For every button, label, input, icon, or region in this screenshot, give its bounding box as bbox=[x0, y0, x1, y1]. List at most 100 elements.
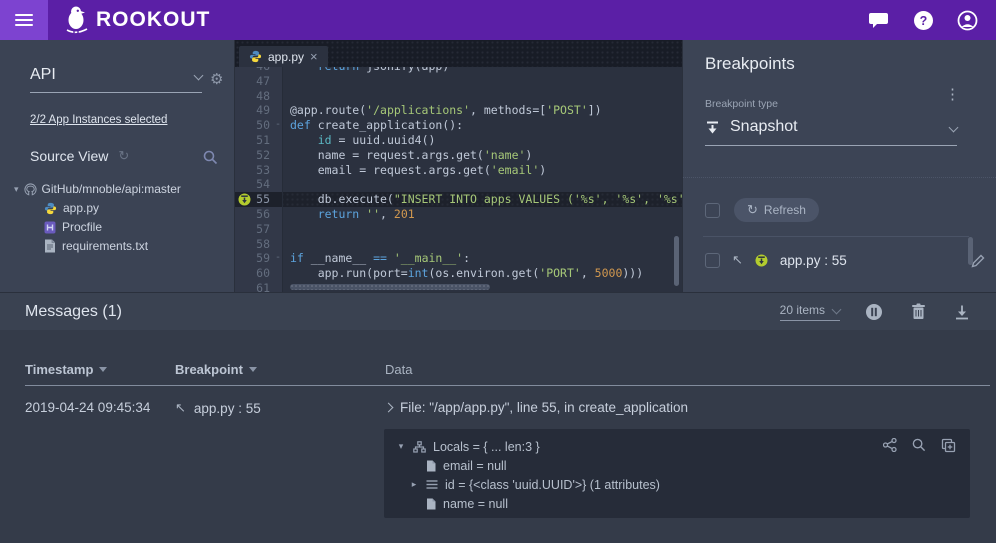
chevron-down-icon bbox=[949, 122, 959, 132]
breakpoint-row[interactable]: ↖ app.py : 55 bbox=[705, 252, 975, 268]
code-text: return jsonify(app) bbox=[283, 67, 449, 74]
breakpoint-checkbox[interactable] bbox=[705, 253, 720, 268]
code-line-46[interactable]: 46 return jsonify(app) bbox=[235, 67, 682, 74]
page-size-value: 20 items bbox=[780, 303, 825, 317]
column-data[interactable]: Data bbox=[385, 362, 412, 377]
gutter-line-49[interactable]: 49 bbox=[235, 103, 283, 118]
download-icon[interactable] bbox=[952, 302, 972, 322]
snapshot-breakpoint-icon bbox=[755, 254, 768, 267]
page-size-select[interactable]: 20 items bbox=[780, 303, 840, 321]
tree-file-Procfile[interactable]: Procfile bbox=[44, 220, 229, 234]
locals-item[interactable]: name = null bbox=[409, 494, 958, 513]
gutter-line-59[interactable]: 59- bbox=[235, 251, 283, 266]
tree-file-label: Procfile bbox=[62, 220, 102, 234]
code-line-48[interactable]: 48 bbox=[235, 89, 682, 104]
gutter-line-52[interactable]: 52 bbox=[235, 148, 283, 163]
search-icon[interactable] bbox=[912, 438, 926, 453]
chat-icon[interactable] bbox=[868, 9, 890, 31]
code-line-54[interactable]: 54 bbox=[235, 177, 682, 192]
gutter-line-54[interactable]: 54 bbox=[235, 177, 283, 192]
locals-item[interactable]: ▾Locals = { ... len:3 } bbox=[396, 437, 958, 456]
refresh-button[interactable]: ↻ Refresh bbox=[734, 198, 819, 222]
code-line-49[interactable]: 49@app.route('/applications', methods=['… bbox=[235, 103, 682, 118]
gutter-line-46[interactable]: 46 bbox=[235, 67, 283, 74]
edit-pencil-icon[interactable] bbox=[971, 254, 985, 268]
divider bbox=[703, 236, 969, 237]
gutter-line-58[interactable]: 58 bbox=[235, 237, 283, 252]
tree-file-requirements.txt[interactable]: requirements.txt bbox=[44, 239, 229, 253]
locals-item[interactable]: ▸id = {<class 'uuid.UUID'>} (1 attribute… bbox=[409, 475, 958, 494]
breakpoints-scrollbar[interactable] bbox=[968, 237, 973, 265]
refresh-row: ↻ Refresh bbox=[705, 198, 819, 222]
locals-inspector: ▾Locals = { ... len:3 }email = null▸id =… bbox=[384, 429, 970, 518]
code-editor: app.py × 46 return jsonify(app)474849@ap… bbox=[235, 40, 682, 292]
code-line-53[interactable]: 53 email = request.args.get('email') bbox=[235, 163, 682, 178]
expander-down-icon[interactable]: ▾ bbox=[396, 441, 406, 452]
code-line-51[interactable]: 51 id = uuid.uuid4() bbox=[235, 133, 682, 148]
code-line-56[interactable]: 56 return '', 201 bbox=[235, 207, 682, 222]
code-line-58[interactable]: 58 bbox=[235, 237, 682, 252]
breakpoints-title: Breakpoints bbox=[705, 54, 795, 74]
breakpoint-type-value: Snapshot bbox=[730, 118, 798, 136]
file-icon bbox=[426, 460, 436, 472]
gutter-line-56[interactable]: 56 bbox=[235, 207, 283, 222]
breakpoints-panel: Breakpoints ⋮ Breakpoint type Snapshot ↻… bbox=[682, 40, 996, 292]
code-line-60[interactable]: 60 app.run(port=int(os.environ.get('PORT… bbox=[235, 266, 682, 281]
github-icon bbox=[24, 183, 37, 196]
app-select[interactable]: API bbox=[30, 66, 202, 93]
locals-rows: ▾Locals = { ... len:3 }email = null▸id =… bbox=[396, 437, 958, 513]
code-line-52[interactable]: 52 name = request.args.get('name') bbox=[235, 148, 682, 163]
rookout-logo: ROOKOUT bbox=[64, 5, 210, 35]
code-text: return '', 201 bbox=[283, 207, 415, 222]
account-icon[interactable] bbox=[956, 9, 978, 31]
editor-vertical-scrollbar[interactable] bbox=[674, 236, 679, 286]
code-line-55[interactable]: 55 db.execute("INSERT INTO apps VALUES (… bbox=[235, 192, 682, 207]
code-text: email = request.args.get('email') bbox=[283, 163, 546, 178]
tab-app-py[interactable]: app.py × bbox=[239, 46, 328, 67]
left-panel: API ⚙ 2/2 App Instances selected Source … bbox=[0, 40, 235, 292]
code-text: def create_application(): bbox=[283, 118, 463, 133]
close-icon[interactable]: × bbox=[310, 49, 318, 64]
breakpoint-type-select[interactable]: Snapshot bbox=[705, 118, 957, 146]
help-icon[interactable]: ? bbox=[912, 9, 934, 31]
messages-header: Messages (1) 20 items bbox=[0, 292, 996, 330]
gutter-line-55[interactable]: 55 bbox=[235, 192, 283, 207]
search-icon[interactable] bbox=[203, 150, 218, 165]
gutter-line-53[interactable]: 53 bbox=[235, 163, 283, 178]
tree-file-app.py[interactable]: app.py bbox=[44, 201, 229, 215]
share-icon[interactable] bbox=[883, 438, 897, 453]
tree-repo-node[interactable]: ▾ GitHub/mnoble/api:master bbox=[14, 182, 229, 196]
gutter-line-61[interactable]: 61 bbox=[235, 281, 283, 292]
gutter-line-48[interactable]: 48 bbox=[235, 89, 283, 104]
gear-icon[interactable]: ⚙ bbox=[210, 70, 223, 88]
code-line-47[interactable]: 47 bbox=[235, 74, 682, 89]
copy-plus-icon[interactable] bbox=[941, 438, 956, 453]
code-line-59[interactable]: 59-if __name__ == '__main__': bbox=[235, 251, 682, 266]
sort-caret-icon bbox=[99, 367, 107, 372]
editor-horizontal-scrollbar[interactable] bbox=[290, 284, 490, 290]
gutter-line-50[interactable]: 50- bbox=[235, 118, 283, 133]
messages-title: Messages (1) bbox=[25, 303, 122, 321]
code-text bbox=[283, 222, 290, 237]
column-breakpoint[interactable]: Breakpoint bbox=[175, 362, 257, 377]
gutter-line-57[interactable]: 57 bbox=[235, 222, 283, 237]
python-icon bbox=[44, 202, 57, 215]
trash-icon[interactable] bbox=[908, 302, 928, 322]
hamburger-menu-button[interactable] bbox=[0, 0, 48, 40]
expander-chevron-icon[interactable] bbox=[384, 403, 394, 413]
pause-icon[interactable] bbox=[864, 302, 884, 322]
gutter-line-47[interactable]: 47 bbox=[235, 74, 283, 89]
gutter-line-51[interactable]: 51 bbox=[235, 133, 283, 148]
column-timestamp[interactable]: Timestamp bbox=[25, 362, 107, 377]
code-line-57[interactable]: 57 bbox=[235, 222, 682, 237]
kebab-menu-icon[interactable]: ⋮ bbox=[945, 92, 960, 98]
select-all-checkbox[interactable] bbox=[705, 203, 720, 218]
locals-item[interactable]: email = null bbox=[409, 456, 958, 475]
refresh-icon[interactable]: ↻ bbox=[118, 148, 129, 164]
expander-right-icon[interactable]: ▸ bbox=[409, 479, 419, 490]
code-line-50[interactable]: 50-def create_application(): bbox=[235, 118, 682, 133]
app-instances-link[interactable]: 2/2 App Instances selected bbox=[30, 114, 167, 126]
gutter-line-60[interactable]: 60 bbox=[235, 266, 283, 281]
data-cell[interactable]: File: "/app/app.py", line 55, in create_… bbox=[385, 400, 688, 415]
column-breakpoint-label: Breakpoint bbox=[175, 362, 243, 377]
